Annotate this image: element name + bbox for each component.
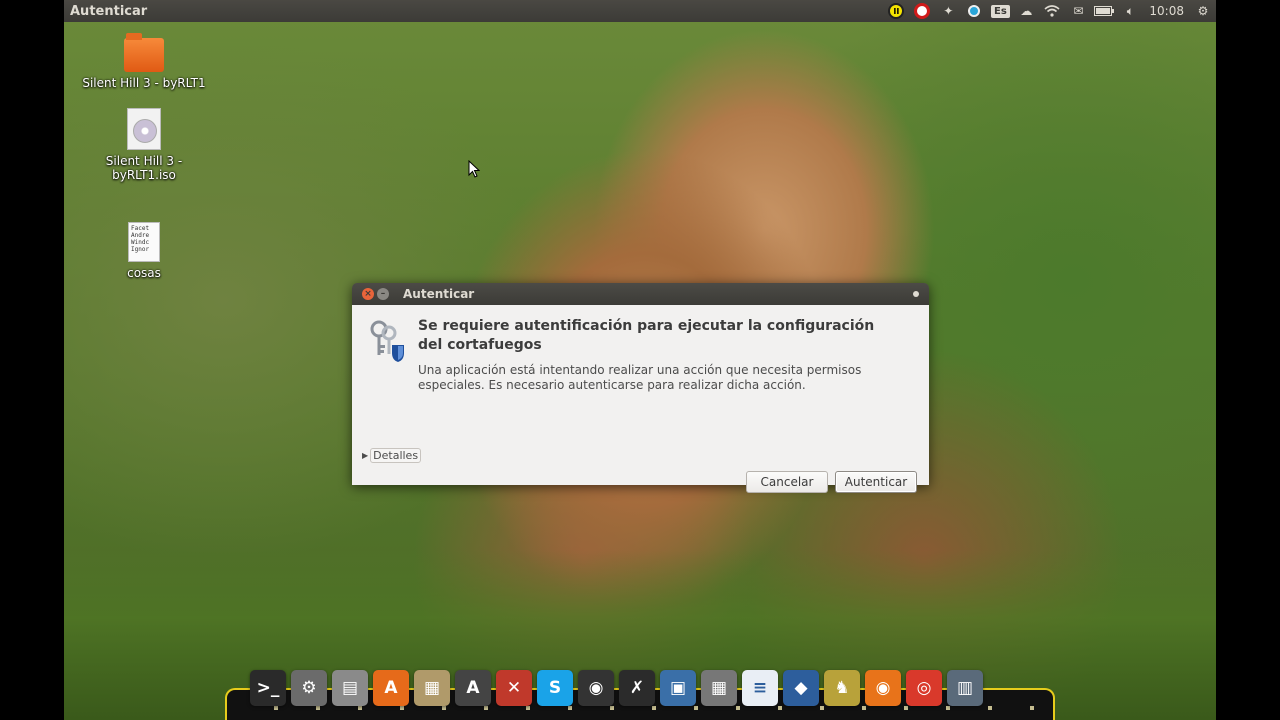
battery-icon[interactable] bbox=[1091, 0, 1117, 22]
details-expander[interactable]: ▶ Detalles bbox=[362, 448, 422, 463]
minimize-icon[interactable]: – bbox=[377, 288, 389, 300]
indicator-2-icon[interactable] bbox=[909, 0, 935, 22]
wifi-icon[interactable] bbox=[1039, 0, 1065, 22]
authenticate-button[interactable]: Autenticar bbox=[835, 471, 917, 493]
details-label: Detalles bbox=[370, 448, 422, 463]
dock-firefox-icon[interactable]: ◉ bbox=[865, 670, 901, 706]
dock-trash-icon[interactable]: ▥ bbox=[947, 670, 983, 706]
indicator-area: II ✦ Es ☁ ✉ 🔈︎ 10:08 ⚙ bbox=[883, 0, 1216, 22]
dock-archive-manager-icon[interactable]: ▦ bbox=[414, 670, 450, 706]
dock-text-editor-icon[interactable]: ≡ bbox=[742, 670, 778, 706]
mail-icon[interactable]: ✉ bbox=[1065, 0, 1091, 22]
dock-steam-icon[interactable]: ◉ bbox=[578, 670, 614, 706]
volume-icon[interactable]: 🔈︎ bbox=[1117, 0, 1143, 22]
desktop-icon-cosas[interactable]: Facet Andre Windc Ignor cosas bbox=[74, 222, 214, 280]
dialog-body: Se requiere autentificación para ejecuta… bbox=[352, 305, 929, 493]
keyboard-layout-label: Es bbox=[991, 4, 1010, 18]
desktop-icon-label: cosas bbox=[127, 266, 161, 280]
folder-icon bbox=[124, 33, 164, 72]
auth-dialog: × – Autenticar Se requiere autentificaci… bbox=[352, 283, 929, 493]
dialog-message: Una aplicación está intentando realizar … bbox=[418, 363, 862, 392]
dropbox-icon[interactable]: ✦ bbox=[935, 0, 961, 22]
dock-files-icon[interactable]: ▤ bbox=[332, 670, 368, 706]
keys-shield-icon bbox=[370, 320, 404, 362]
dock: >_ ⚙ ▤ A ▦ A ✕ S ◉ ✗ ▣ ▦ ≡ ◆ ♞ ◉ ◎ ▥ bbox=[250, 666, 983, 706]
desktop-icon-label: Silent Hill 3 - byRLT1.iso bbox=[105, 154, 183, 182]
clock[interactable]: 10:08 bbox=[1143, 0, 1190, 22]
update-icon[interactable] bbox=[961, 0, 987, 22]
dock-software-center-icon[interactable]: A bbox=[373, 670, 409, 706]
dock-pidgin-icon[interactable]: ♞ bbox=[824, 670, 860, 706]
cloud-icon[interactable]: ☁ bbox=[1013, 0, 1039, 22]
dock-skype-icon[interactable]: S bbox=[537, 670, 573, 706]
dock-terminal-icon[interactable]: >_ bbox=[250, 670, 286, 706]
active-window-title: Autenticar bbox=[70, 3, 148, 19]
desktop-icon-label: Silent Hill 3 - byRLT1 bbox=[82, 76, 206, 90]
cancel-button[interactable]: Cancelar bbox=[746, 471, 828, 493]
dock-chrome-icon[interactable]: ◎ bbox=[906, 670, 942, 706]
dock-update-manager-icon[interactable]: A bbox=[455, 670, 491, 706]
desktop-icon-folder[interactable]: Silent Hill 3 - byRLT1 bbox=[74, 33, 214, 90]
dock-xbmc-icon[interactable]: ✗ bbox=[619, 670, 655, 706]
dock-virtualbox-icon[interactable]: ◆ bbox=[783, 670, 819, 706]
dialog-titlebar[interactable]: × – Autenticar bbox=[352, 283, 929, 305]
mouse-pointer-icon bbox=[468, 160, 480, 178]
disc-image-icon bbox=[127, 108, 161, 150]
dock-ubuntu-tweak-icon[interactable]: ⚙ bbox=[291, 670, 327, 706]
dock-indicators bbox=[240, 706, 1040, 710]
desktop-icon-iso[interactable]: Silent Hill 3 - byRLT1.iso bbox=[74, 108, 214, 182]
close-icon[interactable]: × bbox=[362, 288, 374, 300]
settings-gear-icon[interactable]: ⚙ bbox=[1190, 0, 1216, 22]
top-panel: Autenticar II ✦ Es ☁ ✉ 🔈︎ 10:08 ⚙ bbox=[64, 0, 1216, 22]
text-file-icon: Facet Andre Windc Ignor bbox=[128, 222, 160, 262]
window-menu-icon[interactable] bbox=[913, 291, 919, 297]
dock-image-viewer-icon[interactable]: ▣ bbox=[660, 670, 696, 706]
dock-calculator-icon[interactable]: ▦ bbox=[701, 670, 737, 706]
expander-arrow-icon: ▶ bbox=[362, 451, 369, 460]
keyboard-layout-icon[interactable]: Es bbox=[987, 0, 1013, 22]
dialog-title: Autenticar bbox=[403, 287, 475, 301]
indicator-1-icon[interactable]: II bbox=[883, 0, 909, 22]
dialog-heading: Se requiere autentificación para ejecuta… bbox=[418, 318, 875, 353]
dock-system-tools-icon[interactable]: ✕ bbox=[496, 670, 532, 706]
